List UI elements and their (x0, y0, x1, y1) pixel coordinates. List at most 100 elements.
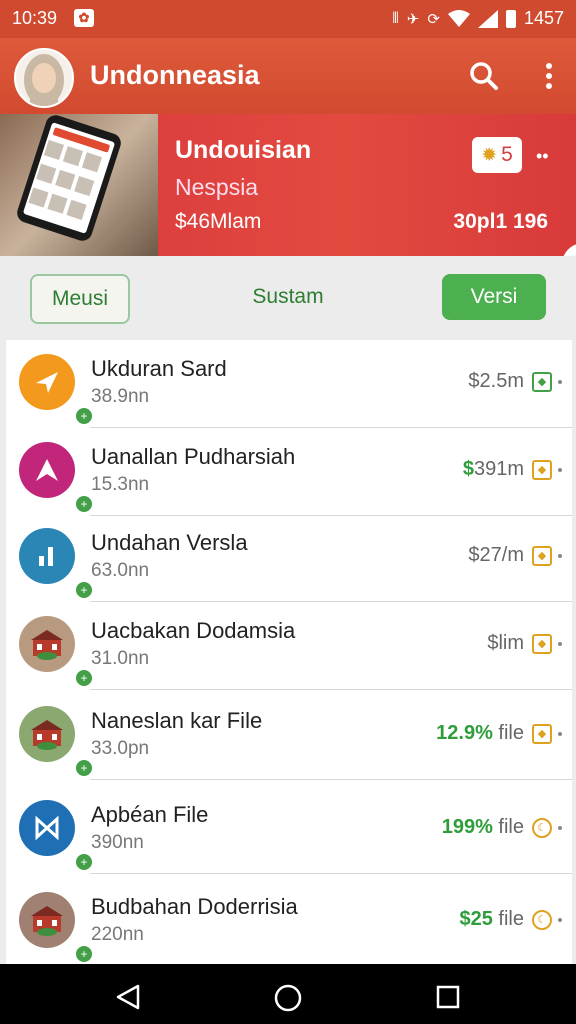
wifi-icon (447, 9, 470, 27)
item-price: $25 file (460, 908, 525, 931)
item-size: 15.3nn (91, 474, 150, 495)
item-name: Apbéan File (91, 802, 209, 827)
banner-dots-icon[interactable]: •• (536, 146, 549, 167)
navigation-bar (0, 964, 576, 1024)
battery-icon (505, 9, 516, 28)
banner-image (0, 114, 158, 256)
banner-edge-button[interactable] (560, 244, 576, 256)
item-price-highlight: $ (462, 458, 474, 480)
item-size: 390nn (91, 832, 144, 853)
list-item[interactable]: + Uacbakan Dodamsia 31.0nn $lim ◆ (6, 602, 572, 690)
add-badge-icon: + (74, 668, 94, 688)
back-icon[interactable] (114, 984, 142, 1010)
list-item[interactable]: + Uanallan Pudharsiah 15.3nn $391m ◆ (6, 428, 572, 516)
list-item[interactable]: + Undahan Versla 63.0nn $27/m ◆ (6, 514, 572, 602)
more-dot-icon[interactable] (558, 826, 562, 830)
status-icon[interactable]: ☾ (532, 818, 552, 838)
item-price: $2.5m (468, 370, 524, 393)
item-price-highlight: 12.9% (436, 722, 493, 744)
bowtie-icon (19, 800, 75, 856)
building-app-icon: + (19, 892, 94, 964)
badge-value: 5 (501, 143, 513, 166)
promo-banner[interactable]: Undouisian Nespsia $46Mlam 30pl1 196 (0, 114, 576, 256)
search-icon[interactable] (466, 58, 502, 94)
tab-versi[interactable]: Versi (442, 274, 546, 320)
banner-count: 30pl1 196 (453, 210, 548, 233)
item-name: Ukduran Sard (91, 356, 227, 381)
rating-badge: ✹ 5 (472, 137, 522, 173)
gear-star-icon: ✹ (481, 144, 498, 166)
item-name: Uanallan Pudharsiah (91, 444, 296, 469)
status-bar: 10:39 ✿ ⦀ ✈ ⟳ 1457 (0, 0, 576, 38)
vibrate-icon: ⦀ (392, 10, 399, 27)
status-icon[interactable]: ◆ (532, 546, 552, 566)
item-size: 31.0nn (91, 648, 150, 669)
item-price-highlight: $25 (459, 908, 493, 930)
more-dot-icon[interactable] (558, 642, 562, 646)
status-icon[interactable]: ◆ (532, 634, 552, 654)
item-price-text: $lim (487, 632, 524, 654)
item-name: Uacbakan Dodamsia (91, 618, 296, 643)
status-time: 10:39 (12, 8, 58, 28)
recents-icon[interactable] (436, 985, 460, 1009)
item-price-text: $2.5m (468, 370, 524, 392)
item-price: 199% file (442, 816, 524, 839)
more-dot-icon[interactable] (558, 468, 562, 472)
status-icons: ⦀ ✈ ⟳ 1457 (392, 8, 564, 29)
banner-amount: $46Mlam (175, 210, 262, 233)
item-price: $391m (463, 458, 524, 481)
more-options-icon[interactable] (532, 58, 568, 94)
avatar[interactable] (14, 48, 74, 108)
item-size: 33.0pn (91, 738, 150, 759)
list-item[interactable]: + Ukduran Sard 38.9nn $2.5m ◆ (6, 340, 572, 428)
arrow-icon (19, 442, 75, 498)
item-size: 38.9nn (91, 386, 150, 407)
item-price-text: 391m (473, 458, 524, 480)
add-badge-icon: + (74, 406, 94, 426)
building-icon (19, 616, 75, 672)
sync-icon: ⟳ (427, 10, 440, 28)
add-badge-icon: + (74, 494, 94, 514)
add-badge-icon: + (74, 944, 94, 964)
chart-icon (19, 528, 75, 584)
more-dot-icon[interactable] (558, 554, 562, 558)
filter-tabs: Meusi Sustam Versi (0, 256, 576, 340)
list-item[interactable]: + Apbéan File 390nn 199% file ☾ (6, 786, 572, 874)
tab-sustam[interactable]: Sustam (238, 274, 338, 320)
item-price: 12.9% file (436, 722, 524, 745)
building-icon (19, 706, 75, 762)
battery-text: 1457 (523, 8, 564, 28)
list-item[interactable]: + Naneslan kar File 33.0pn 12.9% file ◆ (6, 692, 572, 780)
divider (90, 873, 572, 874)
chart-app-icon: + (19, 528, 94, 600)
arrow-app-icon: + (19, 442, 94, 514)
signal-icon (477, 9, 498, 28)
app-list: + Ukduran Sard 38.9nn $2.5m ◆ + Uanallan Pudha… (6, 340, 572, 964)
status-icon[interactable]: ◆ (532, 372, 552, 392)
item-price-text: file (492, 722, 524, 744)
item-price: $27/m (468, 544, 524, 567)
add-badge-icon: + (74, 580, 94, 600)
airplane-icon: ✈ (406, 10, 420, 28)
banner-title: Undouisian (175, 136, 312, 164)
item-name: Naneslan kar File (91, 708, 263, 733)
building-app-icon: + (19, 706, 94, 778)
item-size: 63.0nn (91, 560, 150, 581)
tab-meusi[interactable]: Meusi (30, 274, 130, 324)
more-dot-icon[interactable] (558, 380, 562, 384)
divider (90, 779, 572, 780)
add-badge-icon: + (74, 852, 94, 872)
list-item[interactable]: + Budbahan Doderrisia 220nn $25 file ☾ (6, 878, 572, 964)
item-name: Undahan Versla (91, 530, 248, 555)
status-icon[interactable]: ☾ (532, 910, 552, 930)
app-title: Undonneasia (90, 60, 260, 90)
status-icon[interactable]: ◆ (532, 724, 552, 744)
item-price-highlight: 199% (441, 816, 493, 838)
home-icon[interactable] (274, 984, 302, 1012)
app-bar: Undonneasia (0, 38, 576, 114)
status-icon[interactable]: ◆ (532, 460, 552, 480)
phone-image (14, 114, 124, 244)
more-dot-icon[interactable] (558, 732, 562, 736)
send-icon (19, 354, 75, 410)
more-dot-icon[interactable] (558, 918, 562, 922)
